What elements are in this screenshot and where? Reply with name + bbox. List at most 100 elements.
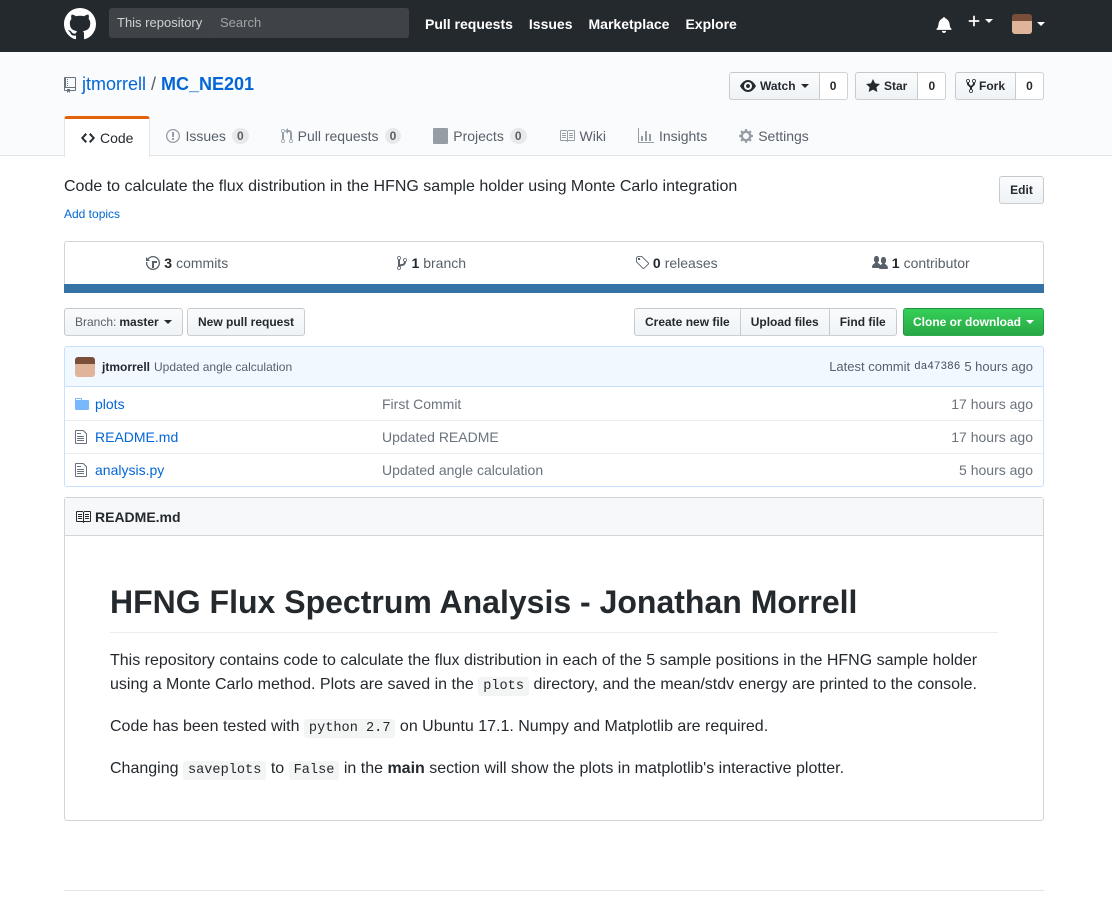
- search-scope-label: This repository: [109, 8, 212, 38]
- commit-message-link[interactable]: Updated angle calculation: [154, 360, 292, 374]
- releases-count: 0: [652, 255, 661, 271]
- tab-settings[interactable]: Settings: [723, 116, 825, 156]
- latest-commit-info: Latest commit da47386 5 hours ago: [829, 359, 1033, 374]
- watch-group: Watch 0: [729, 72, 848, 100]
- add-topics-link[interactable]: Add topics: [64, 207, 120, 221]
- history-icon: [146, 255, 161, 271]
- tab-label: Issues: [185, 128, 226, 144]
- tab-label: Insights: [658, 128, 708, 144]
- readme-paragraph: This repository contains code to calcula…: [110, 649, 998, 699]
- new-pull-request-button[interactable]: New pull request: [187, 308, 306, 336]
- list-item: plots First Commit 17 hours ago: [65, 387, 1043, 420]
- tab-label: Pull requests: [297, 128, 379, 144]
- clone-or-download-button[interactable]: Clone or download: [903, 308, 1044, 336]
- people-icon: [871, 255, 888, 271]
- repo-header: jtmorrell / MC_NE201 Watch 0 Star 0 Fork: [0, 52, 1112, 157]
- avatar: [1012, 14, 1032, 34]
- readme-paragraph: Code has been tested with python 2.7 on …: [110, 715, 998, 741]
- file-name-link[interactable]: analysis.py: [95, 462, 382, 478]
- projects-counter: 0: [509, 128, 527, 144]
- chevron-down-icon: [163, 320, 172, 324]
- branch-select-button[interactable]: Branch: master: [64, 308, 183, 336]
- nav-pull-requests[interactable]: Pull requests: [425, 16, 513, 32]
- tab-pull-requests[interactable]: Pull requests 0: [265, 116, 418, 156]
- watch-count[interactable]: 0: [819, 72, 848, 100]
- star-count[interactable]: 0: [918, 72, 947, 100]
- repo-owner-link[interactable]: jtmorrell: [82, 74, 146, 95]
- readme-text: section will show the plots in matplotli…: [424, 760, 845, 777]
- book-icon: [75, 509, 91, 525]
- fork-count[interactable]: 0: [1016, 72, 1045, 100]
- branch-icon: [397, 255, 408, 271]
- releases-link[interactable]: 0 releases: [554, 255, 799, 271]
- readme-header: README.md: [65, 498, 1043, 536]
- file-age: 17 hours ago: [951, 395, 1033, 412]
- branches-link[interactable]: 1 branch: [310, 255, 555, 271]
- search-input[interactable]: Search: [212, 8, 409, 38]
- find-file-button[interactable]: Find file: [828, 308, 897, 336]
- edit-description-button[interactable]: Edit: [999, 176, 1044, 204]
- star-icon: [866, 78, 880, 94]
- issue-icon: [166, 128, 181, 144]
- chevron-down-icon: [800, 84, 809, 88]
- commit-sha-link[interactable]: da47386: [914, 361, 960, 373]
- create-new-file-button[interactable]: Create new file: [634, 308, 741, 336]
- watch-label: Watch: [760, 79, 796, 93]
- user-avatar-menu[interactable]: [1012, 14, 1045, 34]
- list-item: README.md Updated README 17 hours ago: [65, 420, 1043, 453]
- contributor-label: contributor: [903, 255, 970, 271]
- tab-projects[interactable]: Projects 0: [417, 116, 542, 156]
- watch-button[interactable]: Watch: [729, 72, 820, 100]
- readme-text: to: [266, 760, 289, 777]
- readme-text: on Ubuntu 17.1. Numpy and Matplotlib are…: [395, 718, 769, 735]
- tab-label: Settings: [758, 128, 809, 144]
- file-icon: [75, 462, 95, 478]
- file-name-link[interactable]: plots: [95, 396, 382, 412]
- readme-box: README.md HFNG Flux Spectrum Analysis - …: [64, 497, 1044, 821]
- fork-label: Fork: [979, 79, 1006, 93]
- nav-explore[interactable]: Explore: [685, 16, 736, 32]
- tab-code[interactable]: Code: [64, 116, 151, 157]
- tab-insights[interactable]: Insights: [622, 116, 723, 156]
- nav-marketplace[interactable]: Marketplace: [589, 16, 670, 32]
- avatar[interactable]: [75, 356, 95, 377]
- tab-label: Code: [100, 130, 134, 146]
- inline-code: False: [288, 761, 340, 780]
- commit-age: 5 hours ago: [964, 359, 1033, 374]
- star-button[interactable]: Star: [855, 72, 919, 100]
- file-commit-message-link[interactable]: Updated README: [382, 429, 951, 445]
- file-commit-message-link[interactable]: Updated angle calculation: [382, 462, 959, 478]
- language-bar[interactable]: [64, 284, 1044, 293]
- branch-name: master: [119, 315, 159, 329]
- code-icon: [81, 130, 95, 146]
- repo-description: Code to calculate the flux distribution …: [64, 178, 738, 195]
- file-commit-message-link[interactable]: First Commit: [382, 396, 951, 412]
- folder-icon: [75, 396, 95, 412]
- fork-group: Fork 0: [955, 72, 1045, 100]
- upload-files-button[interactable]: Upload files: [739, 308, 830, 336]
- file-name-link[interactable]: README.md: [95, 429, 382, 445]
- branch-count: 1: [411, 255, 420, 271]
- fork-button[interactable]: Fork: [955, 72, 1017, 100]
- branch-prefix: Branch:: [75, 315, 117, 329]
- github-logo-icon[interactable]: [64, 8, 96, 40]
- create-new-plus-icon[interactable]: [967, 14, 993, 28]
- tab-wiki[interactable]: Wiki: [543, 116, 622, 156]
- repo-icon: [64, 76, 76, 93]
- commit-author-link[interactable]: jtmorrell: [102, 360, 150, 374]
- file-actions-group: Create new file Upload files Find file: [634, 308, 897, 336]
- contributor-count: 1: [891, 255, 900, 271]
- contributors-link[interactable]: 1 contributor: [799, 255, 1044, 271]
- global-header: This repository Search Pull requests Iss…: [0, 0, 1112, 52]
- commits-label: commits: [176, 255, 229, 271]
- path-separator: /: [151, 74, 157, 94]
- repo-tabs: Code Issues 0 Pull requests 0 Projects 0: [64, 116, 825, 157]
- nav-issues[interactable]: Issues: [529, 16, 573, 32]
- tab-issues[interactable]: Issues 0: [150, 116, 264, 156]
- commits-link[interactable]: 3 commits: [65, 255, 310, 271]
- repo-name-link[interactable]: MC_NE201: [161, 74, 254, 95]
- chevron-down-icon: [1037, 22, 1045, 26]
- search-box[interactable]: This repository Search: [109, 8, 409, 38]
- notifications-bell-icon[interactable]: [936, 16, 952, 33]
- global-nav: Pull requests Issues Marketplace Explore: [425, 16, 737, 32]
